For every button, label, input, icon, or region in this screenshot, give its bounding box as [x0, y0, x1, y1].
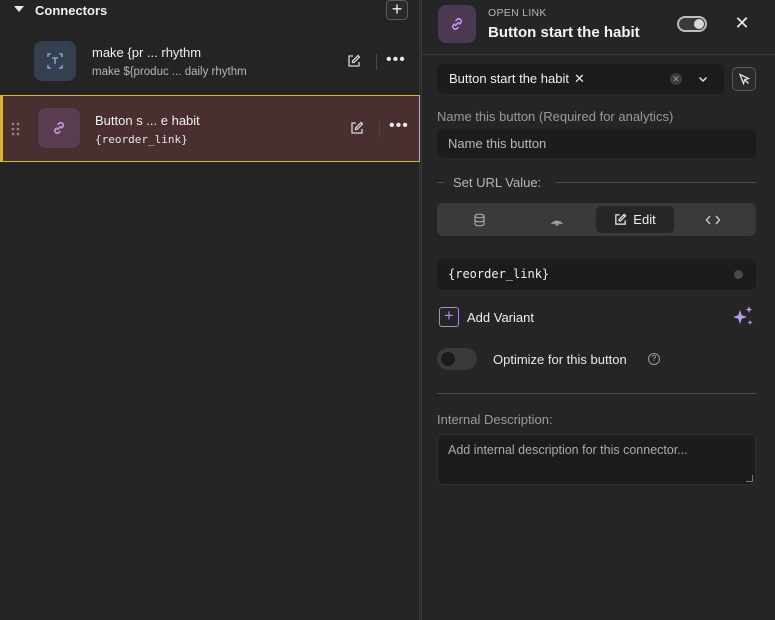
tab-signal[interactable] [518, 206, 596, 233]
section-divider [437, 393, 756, 394]
broadcast-icon [551, 220, 563, 226]
cursor-pointer-icon [738, 72, 750, 85]
connector-subtitle: {reorder_link} [95, 133, 188, 146]
panel-title: Button start the habit [488, 24, 640, 41]
button-name-label: Name this button (Required for analytics… [437, 109, 674, 124]
chip-remove-icon[interactable]: ✕ [574, 71, 585, 86]
connector-title: make {pr ... rhythm [92, 45, 202, 60]
clear-icon[interactable]: ✕ [670, 73, 682, 85]
connectors-title: Connectors [35, 3, 108, 18]
connector-item-make[interactable]: make {pr ... rhythm make ${produc ... da… [0, 29, 420, 95]
url-value: {reorder_link} [448, 267, 550, 281]
tab-edit[interactable]: Edit [596, 206, 674, 233]
caret-down-icon[interactable] [14, 6, 24, 12]
edit-icon [615, 213, 627, 225]
resize-handle-icon[interactable] [746, 475, 753, 482]
optimize-toggle[interactable] [437, 348, 477, 370]
url-source-tabs: Edit [437, 203, 756, 236]
connector-detail-panel: OPEN LINK Button start the habit ✕ Butto… [421, 0, 775, 620]
divider-line [437, 182, 444, 183]
variable-indicator-icon [734, 270, 743, 279]
connectors-panel: Connectors + make {pr ... rhythm make ${… [0, 0, 420, 620]
link-icon [438, 5, 476, 43]
edit-icon[interactable] [350, 121, 366, 137]
more-options-button[interactable]: ••• [386, 52, 406, 71]
optimize-label: Optimize for this button [493, 352, 627, 367]
help-icon[interactable]: ? [648, 353, 660, 365]
add-variant-label: Add Variant [467, 310, 534, 325]
divider-line [556, 182, 756, 183]
element-selector[interactable]: Button start the habit ✕ ✕ [437, 64, 724, 94]
url-value-field[interactable]: {reorder_link} [437, 259, 756, 290]
url-section-label: Set URL Value: [453, 175, 542, 190]
chip-label: Button start the habit [449, 71, 569, 86]
description-placeholder: Add internal description for this connec… [448, 443, 688, 457]
button-name-input[interactable]: Name this button [437, 129, 756, 158]
tab-code[interactable] [674, 206, 752, 233]
drag-handle-icon[interactable] [11, 122, 21, 136]
panel-header: OPEN LINK Button start the habit ✕ [422, 0, 775, 55]
text-transform-icon [34, 41, 76, 81]
connector-title: Button s ... e habit [95, 113, 200, 128]
database-icon [473, 213, 485, 226]
pick-element-button[interactable] [732, 67, 756, 91]
connector-subtitle: make ${produc ... daily rhythm [92, 66, 247, 78]
divider [376, 54, 377, 70]
edit-icon[interactable] [347, 54, 363, 70]
more-options-button[interactable]: ••• [389, 118, 409, 137]
url-section-divider: Set URL Value: [437, 174, 756, 190]
tab-edit-label: Edit [633, 212, 656, 227]
chevron-down-icon[interactable] [697, 73, 709, 85]
plus-square-icon: + [439, 307, 459, 327]
panel-kicker: OPEN LINK [488, 7, 547, 19]
selected-element-chip[interactable]: Button start the habit ✕ [449, 71, 585, 87]
ai-sparkle-icon[interactable] [730, 304, 756, 330]
link-icon [38, 108, 80, 148]
code-icon [705, 215, 721, 224]
close-button[interactable]: ✕ [734, 14, 750, 32]
internal-description-textarea[interactable]: Add internal description for this connec… [437, 434, 756, 485]
add-connector-button[interactable]: + [386, 0, 408, 20]
connector-item-button-selected[interactable]: Button s ... e habit {reorder_link} ••• [0, 95, 420, 162]
divider [379, 121, 380, 137]
connectors-header[interactable]: Connectors + [0, 0, 420, 22]
internal-description-label: Internal Description: [437, 412, 553, 427]
tab-database[interactable] [440, 206, 518, 233]
enable-toggle[interactable] [677, 16, 707, 32]
